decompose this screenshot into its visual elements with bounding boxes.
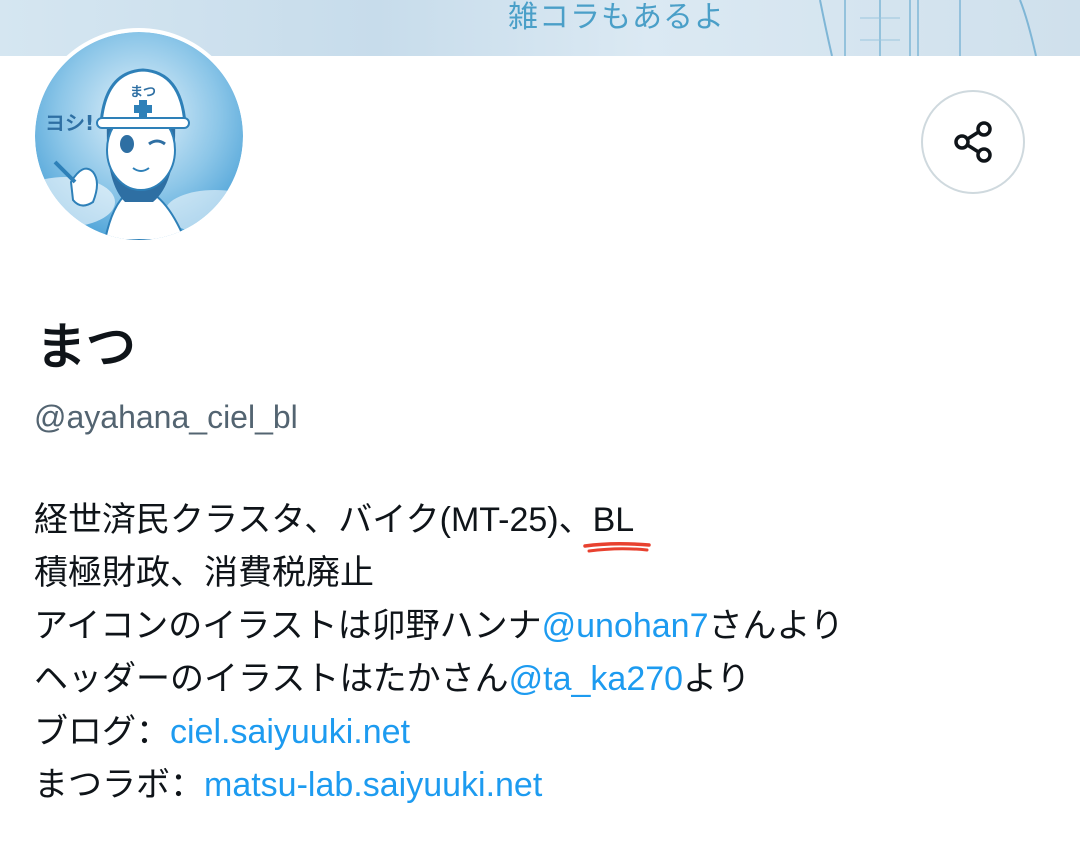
banner-text: 雑コラもあるよ (508, 0, 725, 35)
avatar-helmet-text: まつ (130, 85, 156, 100)
bio-text: さんより (708, 607, 844, 645)
bio-line: まつラボ：matsu-lab.saiyuuki.net (34, 759, 1044, 812)
lab-link[interactable]: matsu-lab.saiyuuki.net (204, 766, 542, 804)
bio-highlight-text: BL (592, 501, 635, 539)
bio-text: ヘッダーのイラストはたかさん (34, 660, 509, 698)
bio-line: ブログ：ciel.saiyuuki.net (34, 706, 1044, 759)
mention-link[interactable]: @ta_ka270 (509, 660, 683, 698)
bio-label: ブログ： (34, 713, 170, 751)
bio-text: アイコンのイラストは卯野ハンナ (34, 607, 542, 645)
bio-line: 経世済民クラスタ、バイク(MT-25)、BL (34, 494, 1044, 553)
share-icon (954, 121, 992, 163)
bio-text: 積極財政、消費税廃止 (34, 554, 374, 592)
display-name: まつ (36, 318, 136, 376)
banner-illustration (819, 0, 1037, 56)
red-underline-mark (582, 541, 651, 553)
bio-text: より (683, 660, 751, 698)
profile-bio: 経世済民クラスタ、バイク(MT-25)、BL 積極財政、消費税廃止 アイコンのイ… (34, 494, 1044, 812)
user-handle: @ayahana_ciel_bl (34, 399, 298, 435)
bio-label: まつラボ： (34, 766, 204, 804)
bio-line: ヘッダーのイラストはたかさん@ta_ka270より (34, 653, 1044, 706)
share-button[interactable] (921, 90, 1025, 194)
bio-line: 積極財政、消費税廃止 (34, 547, 1044, 600)
bio-text: 経世済民クラスタ、バイク(MT-25)、 (34, 501, 593, 539)
bio-highlight: BL (582, 494, 651, 553)
blog-link[interactable]: ciel.saiyuuki.net (170, 713, 410, 751)
avatar-badge-text: ヨシ! (45, 111, 94, 135)
avatar-illustration: まつ ヨシ! (35, 32, 243, 240)
mention-link[interactable]: @unohan7 (542, 607, 709, 645)
bio-line: アイコンのイラストは卯野ハンナ@unohan7さんより (34, 600, 1044, 653)
profile-avatar[interactable]: まつ ヨシ! (31, 28, 247, 244)
